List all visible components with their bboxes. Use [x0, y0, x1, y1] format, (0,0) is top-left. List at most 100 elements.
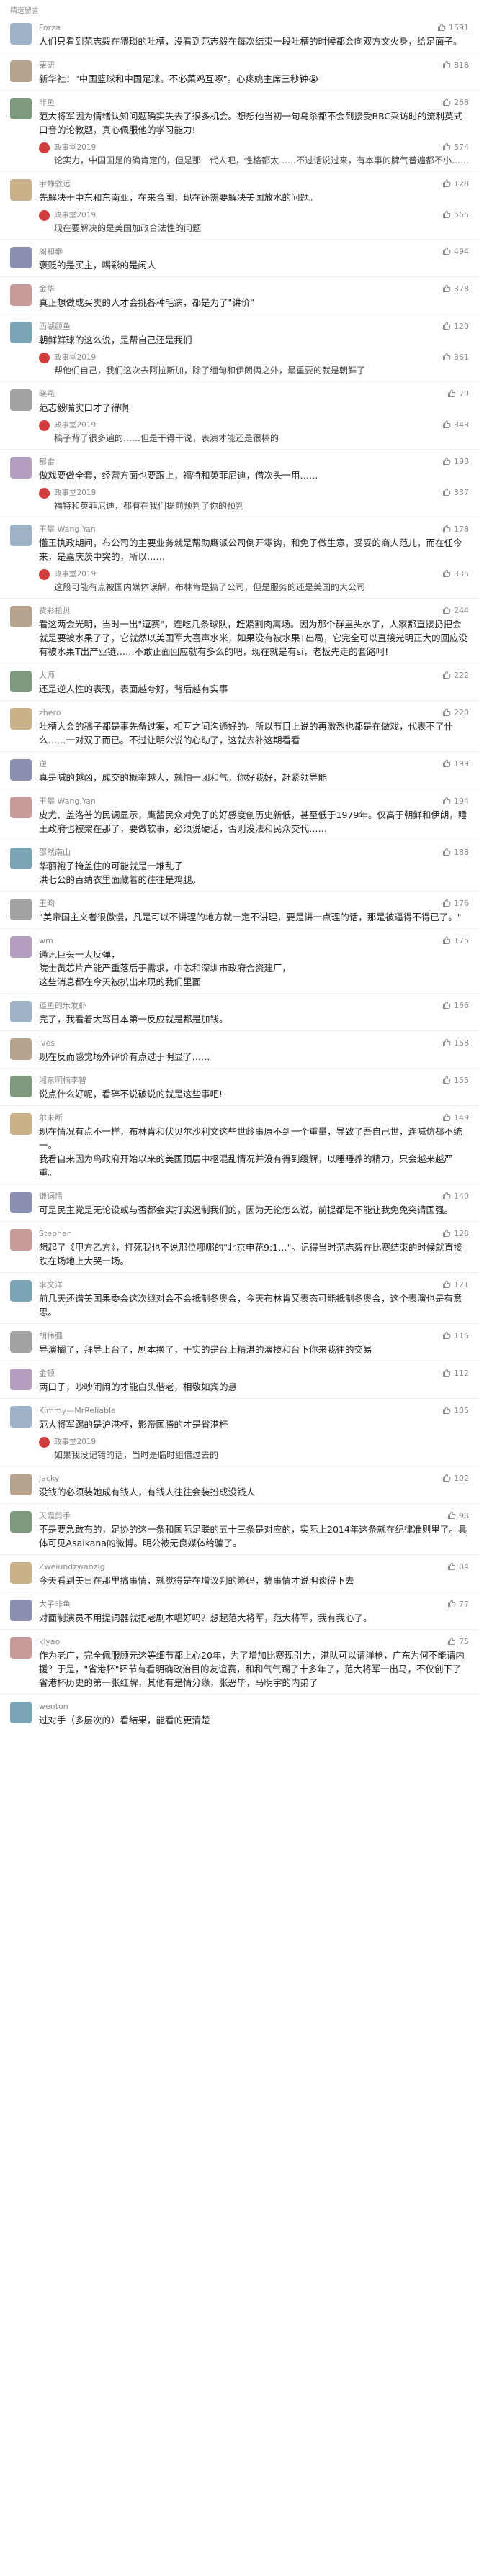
like-button[interactable]: 220 — [442, 708, 469, 717]
like-button[interactable]: 565 — [442, 210, 469, 219]
reply-header: 政事堂2019 — [54, 1436, 469, 1447]
like-button[interactable]: 188 — [442, 848, 469, 857]
comment-body: wm 175 通讯巨头一大反弹， 院士黄芯片产能严重落后于需求，中芯和深圳市政府合资… — [39, 935, 469, 989]
comment-text: 华丽袍子掩盖住的可能就是一堆乱子 洪七公的百纳衣里面藏着的往往是鸡腿。 — [39, 861, 202, 885]
avatar[interactable] — [10, 708, 32, 730]
like-button[interactable]: 102 — [442, 1474, 469, 1483]
avatar[interactable] — [10, 899, 32, 920]
comment-item: klyao 75 作为老广，完全佩服顾元这等细节都上心20年，为了增加比赛现引力，港… — [0, 1629, 479, 1694]
thumbs-up-icon — [442, 1113, 454, 1122]
avatar[interactable] — [10, 23, 32, 45]
like-button[interactable]: 79 — [447, 389, 469, 399]
like-button[interactable]: 84 — [447, 1562, 469, 1572]
like-button[interactable]: 378 — [442, 284, 469, 294]
like-button[interactable]: 77 — [447, 1600, 469, 1609]
comment-body: Zweiundzwanzig 84 今天看到美日在那里搞事情，就觉得是在增议判的筹码… — [39, 1561, 469, 1587]
avatar[interactable] — [10, 1637, 32, 1659]
like-button[interactable]: 1591 — [437, 23, 469, 32]
comment-item: 邵然南山 188 华丽袍子掩盖住的可能就是一堆乱子 洪七公的百纳衣里面藏着的往往是鸡… — [0, 840, 479, 891]
commenter-name: 谦词情 — [39, 1192, 63, 1201]
avatar[interactable] — [10, 1369, 32, 1390]
avatar[interactable] — [10, 60, 32, 82]
like-count: 102 — [454, 1473, 469, 1483]
avatar[interactable] — [10, 1076, 32, 1097]
like-button[interactable]: 112 — [442, 1369, 469, 1378]
avatar[interactable] — [10, 1280, 32, 1302]
avatar[interactable] — [10, 759, 32, 781]
like-button[interactable]: 128 — [442, 179, 469, 189]
avatar[interactable] — [10, 1038, 32, 1060]
thumbs-up-icon — [442, 247, 454, 255]
avatar[interactable] — [10, 1192, 32, 1213]
like-button[interactable]: 494 — [442, 247, 469, 256]
like-button[interactable]: 121 — [442, 1280, 469, 1289]
like-button[interactable]: 335 — [442, 569, 469, 579]
avatar[interactable] — [10, 322, 32, 343]
avatar[interactable] — [10, 671, 32, 692]
like-button[interactable]: 166 — [442, 1001, 469, 1010]
like-button[interactable]: 343 — [442, 420, 469, 430]
like-button[interactable]: 120 — [442, 322, 469, 331]
reply-body: 政事堂2019 574 论实力，中国国足的确肯定的，但是那一代人吧，性格都太……不过… — [54, 141, 469, 167]
commenter-name: Stephen — [39, 1228, 72, 1238]
comment-item: wm 175 通讯巨头一大反弹， 院士黄芯片产能严重落后于需求，中芯和深圳市政府合资… — [0, 928, 479, 993]
like-button[interactable]: 337 — [442, 488, 469, 497]
thumbs-up-icon — [442, 1280, 454, 1289]
commenter-name: wenton — [39, 1701, 68, 1711]
comment-body: 栗研 818 新华社："中国篮球和中国足球，不必菜鸡互啄"。心疼姚主席三秒钟😭 — [39, 59, 469, 86]
avatar[interactable] — [10, 848, 32, 869]
comment-item: 阁和泰 494 褒贬的是买主，喝彩的是闲人 — [0, 239, 479, 276]
like-button[interactable]: 158 — [442, 1038, 469, 1048]
like-button[interactable]: 140 — [442, 1192, 469, 1201]
avatar[interactable] — [10, 1702, 32, 1723]
like-button[interactable]: 574 — [442, 142, 469, 152]
like-button[interactable]: 199 — [442, 759, 469, 768]
like-button[interactable]: 178 — [442, 525, 469, 534]
comment-body: 谦词情 140 可是民主党是无论设或与否都会实打实遏制我们的，因为无论怎么说，前提都… — [39, 1190, 469, 1217]
avatar[interactable] — [10, 247, 32, 268]
author-avatar — [39, 569, 50, 580]
like-button[interactable]: 98 — [447, 1511, 469, 1520]
like-button[interactable]: 268 — [442, 98, 469, 107]
like-button[interactable]: 128 — [442, 1229, 469, 1238]
like-button[interactable]: 176 — [442, 899, 469, 908]
like-button[interactable]: 75 — [447, 1637, 469, 1646]
like-button[interactable]: 818 — [442, 60, 469, 70]
like-button[interactable]: 244 — [442, 606, 469, 615]
avatar[interactable] — [10, 1406, 32, 1428]
avatar[interactable] — [10, 1229, 32, 1251]
like-button[interactable]: 175 — [442, 936, 469, 945]
comment-header: wenton — [39, 1700, 469, 1712]
avatar[interactable] — [10, 179, 32, 201]
comment-text: 前几天还谱美国果委会这次继对会不会抵制冬奥会，今天布林肯又表态可能抵制冬奥会，这… — [39, 1293, 462, 1318]
avatar[interactable] — [10, 98, 32, 119]
like-button[interactable]: 222 — [442, 671, 469, 680]
comment-item: 晓燕 79 范志毅嘴实口才了得啊 政事堂2019 343 稿子背了很多遍的……但是干得干说… — [0, 381, 479, 449]
avatar[interactable] — [10, 284, 32, 306]
avatar[interactable] — [10, 936, 32, 958]
avatar[interactable] — [10, 1474, 32, 1495]
like-count: 818 — [454, 60, 469, 70]
comment-item: wenton 过对手（多层次的）看结果，能看的更清楚 — [0, 1694, 479, 1731]
like-button[interactable]: 361 — [442, 353, 469, 362]
avatar[interactable] — [10, 1562, 32, 1584]
thumbs-up-icon — [442, 488, 454, 496]
like-button[interactable]: 194 — [442, 797, 469, 806]
comment-header: Jacky 102 — [39, 1472, 469, 1484]
avatar[interactable] — [10, 525, 32, 546]
comment-header: 晓燕 79 — [39, 388, 469, 399]
avatar[interactable] — [10, 1511, 32, 1533]
avatar[interactable] — [10, 1331, 32, 1353]
avatar[interactable] — [10, 797, 32, 818]
like-button[interactable]: 105 — [442, 1406, 469, 1415]
like-button[interactable]: 149 — [442, 1113, 469, 1123]
avatar[interactable] — [10, 1113, 32, 1135]
avatar[interactable] — [10, 457, 32, 479]
like-button[interactable]: 155 — [442, 1076, 469, 1085]
like-button[interactable]: 198 — [442, 457, 469, 466]
like-button[interactable]: 116 — [442, 1331, 469, 1341]
avatar[interactable] — [10, 606, 32, 627]
avatar[interactable] — [10, 1600, 32, 1621]
avatar[interactable] — [10, 1001, 32, 1022]
avatar[interactable] — [10, 389, 32, 411]
